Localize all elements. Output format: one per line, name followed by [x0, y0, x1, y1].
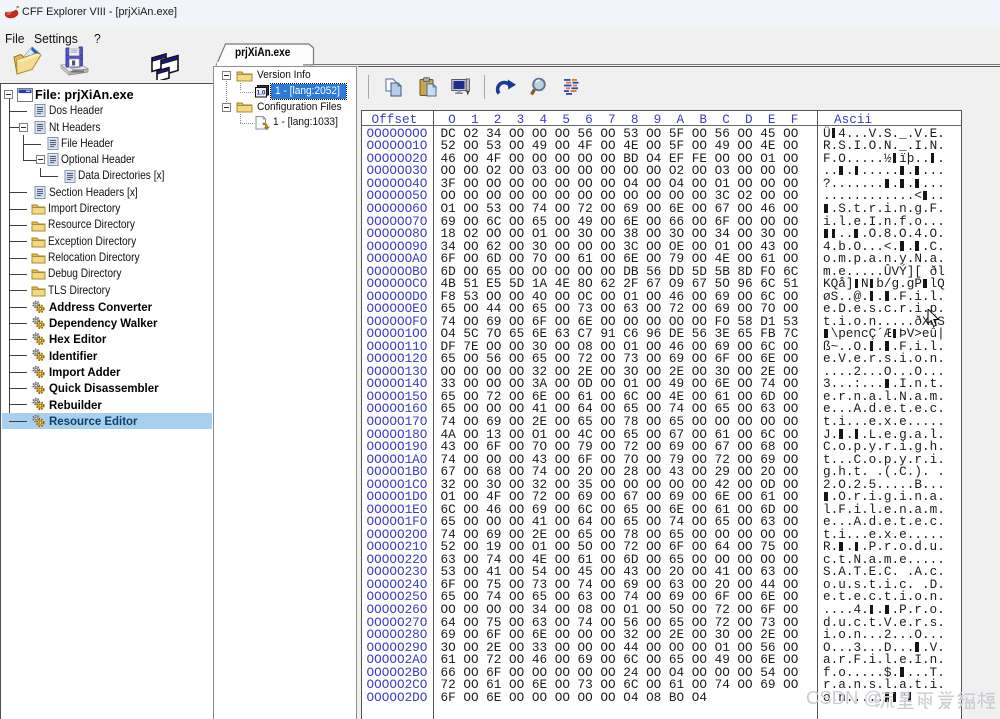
svg-text:1.0: 1.0: [257, 90, 266, 97]
